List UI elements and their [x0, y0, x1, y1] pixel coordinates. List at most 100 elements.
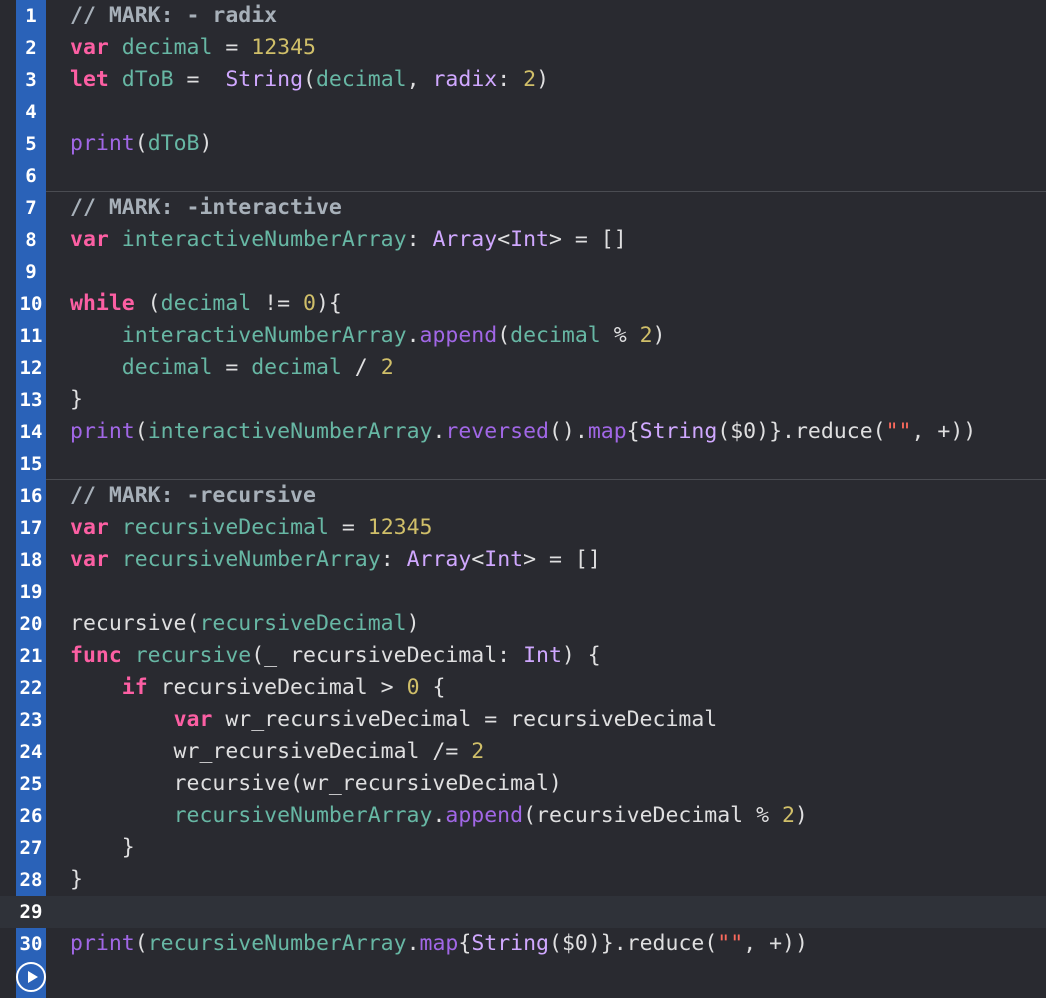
- code-line[interactable]: 17 var recursiveDecimal = 12345: [0, 512, 1046, 544]
- code-line[interactable]: 27 }: [0, 832, 1046, 864]
- code-token: <: [497, 227, 511, 252]
- line-number[interactable]: 1: [16, 0, 46, 32]
- line-number[interactable]: 22: [16, 672, 46, 704]
- code-text[interactable]: wr_recursiveDecimal /= 2: [70, 736, 485, 768]
- code-line[interactable]: 22 if recursiveDecimal > 0 {: [0, 672, 1046, 704]
- line-number[interactable]: 13: [16, 384, 46, 416]
- code-text[interactable]: if recursiveDecimal > 0 {: [70, 672, 446, 704]
- code-token: recursiveDecimal: [121, 515, 329, 540]
- code-text[interactable]: // MARK: - radix: [70, 0, 277, 32]
- line-number[interactable]: 6: [16, 160, 46, 192]
- code-line[interactable]: 6: [0, 160, 1046, 192]
- line-number[interactable]: 3: [16, 64, 46, 96]
- code-line[interactable]: 20 recursive(recursiveDecimal): [0, 608, 1046, 640]
- code-line[interactable]: 23 var wr_recursiveDecimal = recursiveDe…: [0, 704, 1046, 736]
- line-number[interactable]: 10: [16, 288, 46, 320]
- code-line[interactable]: 3 let dToB = String(decimal, radix: 2): [0, 64, 1046, 96]
- line-number[interactable]: 18: [16, 544, 46, 576]
- code-text[interactable]: var interactiveNumberArray: Array<Int> =…: [70, 224, 627, 256]
- line-number[interactable]: 11: [16, 320, 46, 352]
- line-number[interactable]: 5: [16, 128, 46, 160]
- code-text[interactable]: var recursiveNumberArray: Array<Int> = […: [70, 544, 601, 576]
- line-number[interactable]: 29: [16, 896, 46, 928]
- line-number[interactable]: 8: [16, 224, 46, 256]
- code-line[interactable]: 14 print(interactiveNumberArray.reversed(…: [0, 416, 1046, 448]
- code-token: Int: [523, 643, 562, 668]
- line-number[interactable]: 28: [16, 864, 46, 896]
- code-line[interactable]: 9: [0, 256, 1046, 288]
- line-number[interactable]: 14: [16, 416, 46, 448]
- code-text[interactable]: print(dToB): [70, 128, 212, 160]
- code-text[interactable]: var wr_recursiveDecimal = recursiveDecim…: [70, 704, 718, 736]
- code-token: {: [458, 931, 472, 956]
- code-text[interactable]: // MARK: -interactive: [70, 192, 342, 224]
- line-number[interactable]: 17: [16, 512, 46, 544]
- line-number[interactable]: 20: [16, 608, 46, 640]
- code-line[interactable]: 4: [0, 96, 1046, 128]
- code-line[interactable]: 13}: [0, 384, 1046, 416]
- code-line[interactable]: 26 recursiveNumberArray.append(recursive…: [0, 800, 1046, 832]
- code-text[interactable]: // MARK: -recursive: [70, 480, 316, 512]
- code-token: (: [134, 419, 148, 444]
- code-text[interactable]: decimal = decimal / 2: [70, 352, 394, 384]
- code-line[interactable]: 2 var decimal = 12345: [0, 32, 1046, 64]
- line-number[interactable]: 15: [16, 448, 46, 480]
- line-number[interactable]: 16: [16, 480, 46, 512]
- code-token: reduce: [626, 931, 705, 956]
- line-number[interactable]: 9: [16, 256, 46, 288]
- code-text[interactable]: recursiveNumberArray.append(recursiveDec…: [70, 800, 808, 832]
- code-text[interactable]: print(recursiveNumberArray.map{String($0…: [70, 928, 808, 960]
- code-line[interactable]: 16 // MARK: -recursive: [0, 480, 1046, 512]
- code-text[interactable]: func recursive(_ recursiveDecimal: Int) …: [70, 640, 601, 672]
- code-text[interactable]: }: [70, 384, 83, 416]
- code-line[interactable]: 29: [0, 896, 1046, 928]
- code-text[interactable]: var decimal = 12345: [70, 32, 316, 64]
- line-number[interactable]: 19: [16, 576, 46, 608]
- code-text[interactable]: while (decimal != 0){: [70, 288, 342, 320]
- code-line[interactable]: 28}: [0, 864, 1046, 896]
- code-line[interactable]: 19: [0, 576, 1046, 608]
- line-number[interactable]: 27: [16, 832, 46, 864]
- line-number[interactable]: 12: [16, 352, 46, 384]
- code-line[interactable]: 10 while (decimal != 0){: [0, 288, 1046, 320]
- code-text[interactable]: print(interactiveNumberArray.reversed().…: [70, 416, 976, 448]
- code-editor[interactable]: 1 // MARK: - radix 2 var decimal = 12345 3 le…: [0, 0, 1046, 998]
- line-number[interactable]: 21: [16, 640, 46, 672]
- code-line[interactable]: 18 var recursiveNumberArray: Array<Int> =…: [0, 544, 1046, 576]
- code-line[interactable]: 11 interactiveNumberArray.append(decimal…: [0, 320, 1046, 352]
- code-text[interactable]: interactiveNumberArray.append(decimal % …: [70, 320, 666, 352]
- code-text[interactable]: var recursiveDecimal = 12345: [70, 512, 432, 544]
- line-number[interactable]: 30: [16, 928, 46, 960]
- code-line[interactable]: 15: [0, 448, 1046, 480]
- code-token: recursiveDecimal: [199, 611, 407, 636]
- code-text[interactable]: }: [70, 832, 135, 864]
- code-text[interactable]: recursive(wr_recursiveDecimal): [70, 768, 562, 800]
- code-line[interactable]: 21 func recursive(_ recursiveDecimal: Int…: [0, 640, 1046, 672]
- code-line[interactable]: 30 print(recursiveNumberArray.map{String(…: [0, 928, 1046, 960]
- line-number[interactable]: 23: [16, 704, 46, 736]
- line-number[interactable]: 25: [16, 768, 46, 800]
- code-line[interactable]: 7 // MARK: -interactive: [0, 192, 1046, 224]
- code-text[interactable]: let dToB = String(decimal, radix: 2): [70, 64, 549, 96]
- code-token: recursive(wr_recursiveDecimal): [70, 771, 562, 796]
- line-number[interactable]: 4: [16, 96, 46, 128]
- code-text[interactable]: recursive(recursiveDecimal): [70, 608, 420, 640]
- code-line[interactable]: 1 // MARK: - radix: [0, 0, 1046, 32]
- code-token: recursiveNumberArray: [173, 803, 433, 828]
- run-button[interactable]: [16, 962, 46, 992]
- code-token: var: [70, 515, 109, 540]
- code-line[interactable]: 5 print(dToB): [0, 128, 1046, 160]
- code-text[interactable]: }: [70, 864, 83, 896]
- code-line[interactable]: 25 recursive(wr_recursiveDecimal): [0, 768, 1046, 800]
- line-number[interactable]: 2: [16, 32, 46, 64]
- code-token: var: [70, 227, 109, 252]
- code-line[interactable]: 8 var interactiveNumberArray: Array<Int> …: [0, 224, 1046, 256]
- line-number[interactable]: 26: [16, 800, 46, 832]
- line-number[interactable]: 7: [16, 192, 46, 224]
- code-line[interactable]: 24 wr_recursiveDecimal /= 2: [0, 736, 1046, 768]
- line-number[interactable]: 24: [16, 736, 46, 768]
- code-token: wr_recursiveDecimal = recursiveDecimal: [212, 707, 718, 732]
- code-line[interactable]: 12 decimal = decimal / 2: [0, 352, 1046, 384]
